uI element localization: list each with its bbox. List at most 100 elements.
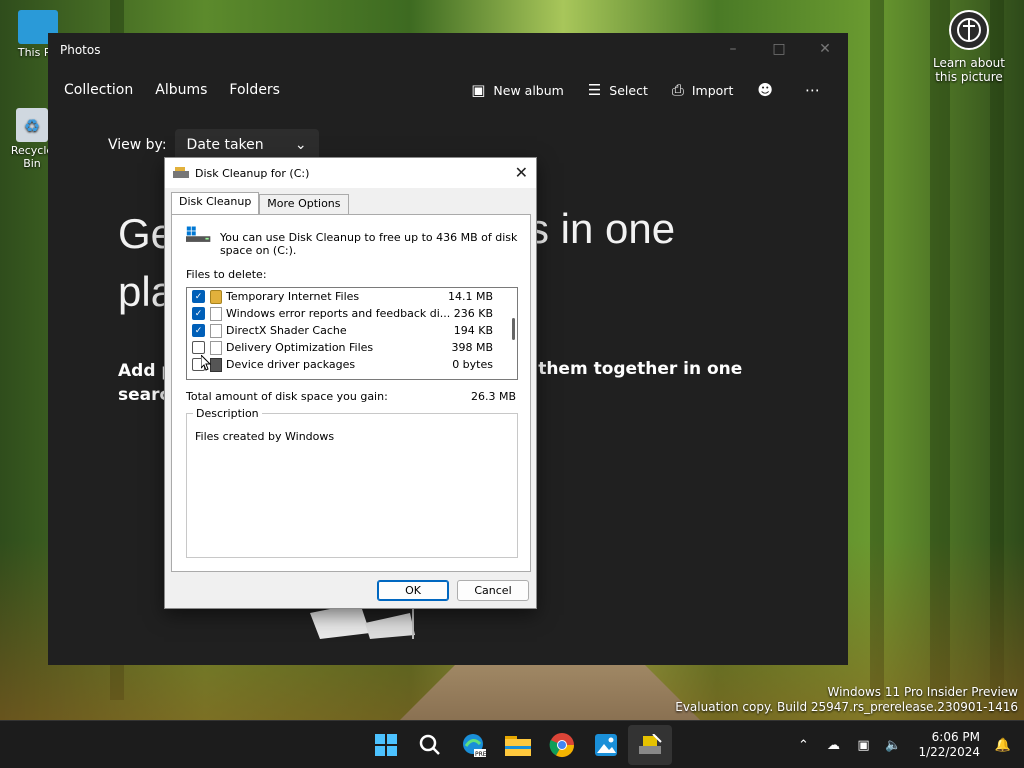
- lock-icon: [210, 289, 222, 304]
- svg-text:♻: ♻: [24, 116, 40, 137]
- disk-cleanup-icon: [639, 734, 662, 754]
- disk-cleanup-dialog: Disk Cleanup for (C:) ✕ Disk Cleanup Mor…: [164, 157, 537, 609]
- onedrive-off-icon[interactable]: ☁: [818, 738, 848, 753]
- list-item[interactable]: Delivery Optimization Files 398 MB: [187, 339, 517, 356]
- os-watermark: Windows 11 Pro Insider Preview Evaluatio…: [675, 685, 1018, 715]
- view-by-value: Date taken: [186, 137, 264, 153]
- photos-titlebar[interactable]: Photos – □ ✕: [48, 33, 848, 67]
- taskbar-apps: PRE: [364, 721, 672, 768]
- new-album-label: New album: [493, 82, 564, 98]
- dialog-title: Disk Cleanup for (C:): [195, 166, 310, 180]
- total-label: Total amount of disk space you gain:: [186, 390, 388, 403]
- drive-icon: [186, 226, 211, 242]
- start-icon: [375, 734, 397, 756]
- search-button[interactable]: [408, 725, 452, 765]
- file-size: 194 KB: [453, 324, 493, 337]
- chevron-down-icon: ⌄: [294, 137, 307, 153]
- file-size: 236 KB: [453, 307, 493, 320]
- file-name: Delivery Optimization Files: [226, 341, 374, 354]
- maximize-icon[interactable]: □: [756, 33, 802, 65]
- start-button[interactable]: [364, 725, 408, 765]
- dialog-tabs: Disk Cleanup More Options: [171, 192, 349, 214]
- file-size: 14.1 MB: [447, 290, 493, 303]
- edge-button[interactable]: PRE: [452, 725, 496, 765]
- description-label: Description: [193, 407, 262, 420]
- new-album-button[interactable]: ▣ New album: [471, 81, 564, 99]
- import-button[interactable]: ⎙ Import: [672, 81, 734, 99]
- drive-icon: [210, 357, 222, 372]
- info-text: You can use Disk Cleanup to free up to 4…: [219, 231, 518, 257]
- system-tray: ⌃ ☁ ▣ 🔈 6:06 PM 1/22/2024 🔔: [788, 721, 1024, 768]
- list-item[interactable]: ✓ DirectX Shader Cache 194 KB: [187, 322, 517, 339]
- disk-cleanup-button[interactable]: [628, 725, 672, 765]
- list-item[interactable]: ✓ Windows error reports and feedback di.…: [187, 305, 517, 322]
- clock-date: 1/22/2024: [918, 745, 980, 759]
- tab-disk-cleanup[interactable]: Disk Cleanup: [171, 192, 260, 214]
- file-size: 398 MB: [451, 341, 493, 354]
- learn-about-label: Learn about this picture: [933, 56, 1005, 84]
- svg-text:PRE: PRE: [475, 751, 487, 758]
- photos-nav: Collection Albums Folders ▣ New album ☰ …: [48, 67, 848, 113]
- tab-folders[interactable]: Folders: [229, 82, 280, 98]
- tab-more-options[interactable]: More Options: [259, 194, 349, 214]
- file-icon: [210, 323, 222, 338]
- total-gain: Total amount of disk space you gain: 26.…: [186, 390, 516, 403]
- recycle-bin-icon: ♻: [16, 108, 48, 142]
- taskbar: PRE ⌃ ☁ ▣ 🔈 6:06 PM 1/22/2024 🔔: [0, 720, 1024, 768]
- list-item[interactable]: ✓ Temporary Internet Files 14.1 MB: [187, 288, 517, 305]
- checkbox[interactable]: [192, 341, 205, 354]
- checkbox[interactable]: ✓: [192, 307, 205, 320]
- network-icon[interactable]: ▣: [848, 738, 878, 753]
- chrome-icon: [549, 733, 574, 758]
- files-list[interactable]: ✓ Temporary Internet Files 14.1 MB ✓ Win…: [186, 287, 518, 380]
- file-size: 0 bytes: [452, 358, 493, 371]
- select-button[interactable]: ☰ Select: [588, 81, 648, 99]
- files-to-delete-label: Files to delete:: [186, 268, 267, 281]
- file-name: Temporary Internet Files: [226, 290, 360, 303]
- hero-heading-right: s in one: [528, 205, 676, 252]
- desktop-icon-label: Recycle Bin: [10, 144, 54, 170]
- edge-pre-icon: PRE: [463, 734, 487, 758]
- learn-about-picture[interactable]: Learn about this picture: [924, 10, 1014, 84]
- photos-icon: [595, 734, 617, 756]
- clock-time: 6:06 PM: [931, 730, 980, 744]
- tab-albums[interactable]: Albums: [155, 82, 207, 98]
- more-icon: ⋯: [805, 81, 820, 99]
- close-icon[interactable]: ✕: [802, 33, 848, 65]
- file-icon: [210, 340, 222, 355]
- chrome-button[interactable]: [540, 725, 584, 765]
- more-options-button[interactable]: ⋯: [805, 81, 828, 99]
- camera-lens-icon: [949, 10, 989, 50]
- chevron-up-icon[interactable]: ⌃: [788, 738, 818, 753]
- import-icon: ⎙: [671, 81, 684, 99]
- volume-muted-icon[interactable]: 🔈: [878, 738, 908, 753]
- window-title: Photos: [60, 43, 101, 57]
- file-name: Device driver packages: [226, 358, 356, 371]
- disk-cleanup-panel: You can use Disk Cleanup to free up to 4…: [171, 214, 531, 572]
- list-item[interactable]: Device driver packages 0 bytes: [187, 356, 517, 373]
- tab-collection[interactable]: Collection: [64, 82, 133, 98]
- clock[interactable]: 6:06 PM 1/22/2024: [918, 730, 980, 760]
- checkbox[interactable]: ✓: [192, 324, 205, 337]
- notification-bell-icon[interactable]: 🔔: [988, 738, 1018, 753]
- file-name: Windows error reports and feedback di...: [226, 307, 451, 320]
- watermark-line: Windows 11 Pro Insider Preview: [827, 685, 1018, 699]
- photos-button[interactable]: [584, 725, 628, 765]
- minimize-icon[interactable]: –: [710, 33, 756, 65]
- ok-button[interactable]: OK: [377, 580, 449, 601]
- import-label: Import: [691, 82, 734, 98]
- checkbox[interactable]: ✓: [192, 290, 205, 303]
- cancel-button[interactable]: Cancel: [457, 580, 529, 601]
- disk-cleanup-icon: [173, 167, 189, 178]
- close-icon[interactable]: ✕: [515, 163, 528, 182]
- file-explorer-button[interactable]: [496, 725, 540, 765]
- search-icon: [419, 734, 440, 755]
- scrollbar-thumb[interactable]: [512, 318, 515, 340]
- hero-subtitle-right: ng them together in one: [508, 359, 743, 379]
- mouse-cursor-icon: [201, 355, 211, 371]
- account-button[interactable]: ☻: [757, 81, 781, 99]
- description-group: Description Files created by Windows: [186, 407, 518, 558]
- file-explorer-icon: [505, 736, 531, 756]
- description-text: Files created by Windows: [195, 430, 335, 443]
- dialog-titlebar[interactable]: Disk Cleanup for (C:) ✕: [165, 158, 536, 188]
